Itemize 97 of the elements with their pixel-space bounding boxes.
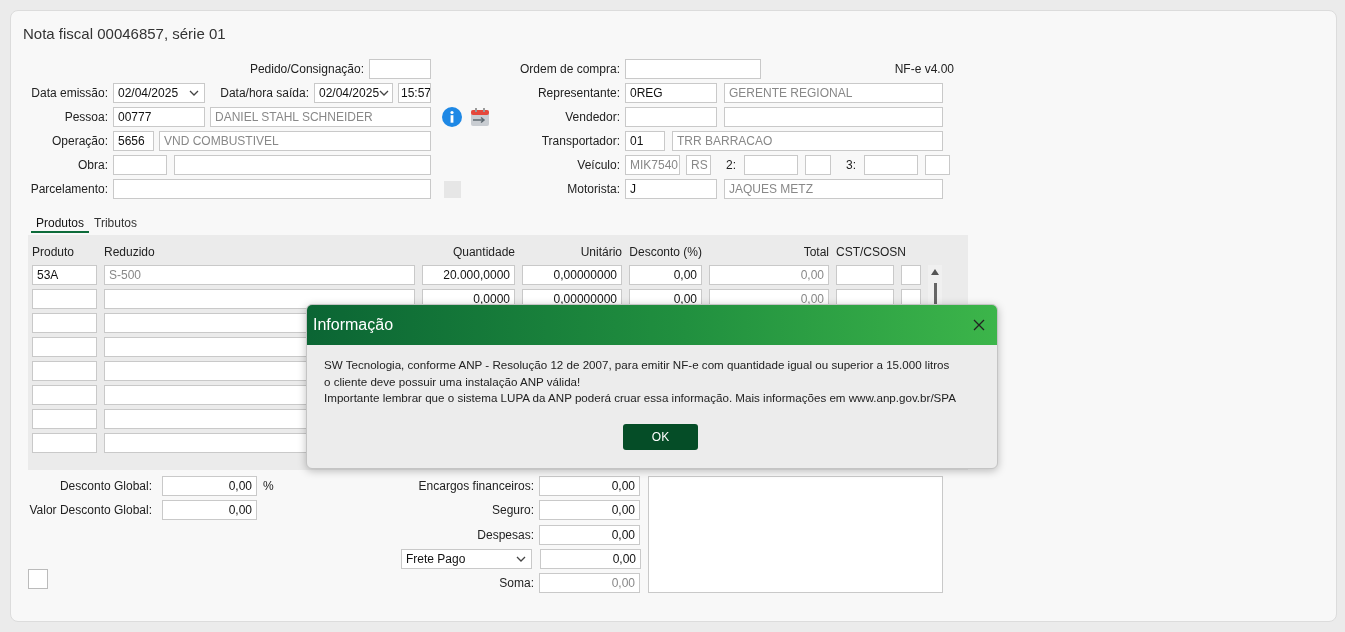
input-field[interactable]: VND COMBUSTIVEL [159,131,431,151]
scroll-up-icon[interactable] [931,269,939,275]
column-header: Total [802,244,829,261]
input-field[interactable]: 0,00 [539,524,640,545]
message-text: o cliente deve possuir uma instalação ANP válida! [324,373,582,390]
table-cell[interactable] [104,289,415,309]
input-field[interactable]: 0,00 [539,500,640,521]
field-label: Data/hora saída: [219,86,309,100]
form-title: Nota fiscal 00046857, série 01 [23,24,227,44]
input-field[interactable]: 0,00 [162,476,257,496]
field-label: Pedido/Consignação: [248,62,364,76]
close-icon[interactable] [973,319,985,331]
field-label: Veículo: [576,158,620,172]
input-field[interactable]: 0REG [625,83,717,103]
input-field[interactable]: TRR BARRACAO [672,131,943,151]
table-cell[interactable] [32,361,97,381]
dropdown[interactable]: 02/04/2025 [314,83,393,103]
input-field[interactable]: 00777 [113,107,205,127]
field-label: 3: [846,158,857,172]
version-label: NF-e v4.00 [893,62,954,76]
input-field[interactable]: 0,00 [540,548,641,569]
column-header: Produto [32,244,76,261]
tab[interactable]: Produtos [31,215,90,233]
input-field[interactable]: 0,00 [539,476,640,496]
input-field[interactable] [925,155,951,175]
field-label: Soma: [498,576,534,591]
input-field[interactable]: MIK7540 [625,155,680,175]
field-label: Parcelamento: [29,182,108,196]
field-label: Despesas: [476,527,534,542]
input-field[interactable] [113,155,167,175]
input-field[interactable]: J [625,179,717,199]
field-label: Data emissão: [30,86,108,100]
table-cell[interactable]: S-500 [104,265,415,285]
chevron-icon [516,555,526,562]
input-field[interactable]: DANIEL STAHL SCHNEIDER [210,107,431,127]
input-field[interactable] [805,155,831,175]
field-label: Pessoa: [63,110,108,124]
input-field[interactable]: RS [686,155,711,175]
table-cell[interactable]: 53A [32,265,97,285]
field-label: Motorista: [566,182,620,196]
input-field[interactable]: GERENTE REGIONAL [724,83,943,103]
field-label: Obra: [77,158,108,172]
text-area[interactable] [648,476,943,593]
input-field[interactable]: 5656 [113,131,154,151]
field-label: Ordem de compra: [518,62,620,76]
message-text: Importante lembrar que o sistema LUPA da ANP poderá cruar essa informação. Mais informações em www.anp.gov.br/SPA [324,390,957,406]
field-label: Operação: [50,134,108,148]
field-label: Vendedor: [564,110,620,124]
unit-label: % [263,479,274,493]
column-header: CST/CSOSN [836,244,907,261]
column-header: Reduzido [104,244,156,261]
table-cell[interactable] [32,433,97,453]
input-field[interactable] [744,155,798,175]
tab[interactable]: Tributos [89,215,142,233]
table-cell[interactable]: 0,00 [629,265,702,285]
table-cell[interactable] [32,385,97,405]
field-label: Representante: [536,86,620,100]
input-field[interactable]: 15:57 [398,83,431,103]
calendar-icon[interactable] [470,107,490,127]
input-field[interactable] [625,107,717,127]
column-header: Quantidade [451,244,515,261]
table-cell[interactable] [32,337,97,357]
message-text: SW Tecnologia, conforme ANP - Resolução 12 de 2007, para emitir NF-e com quantidade igual ou superior a 15.000 litros [324,357,951,373]
table-cell[interactable] [32,409,97,429]
input-field[interactable]: 0,00 [162,500,257,520]
input-field[interactable] [174,155,431,175]
input-field[interactable]: 0,00 [539,573,640,594]
input-field[interactable] [369,59,431,79]
field-label: Transportador: [540,134,620,148]
chevron-icon [189,90,199,96]
input-field[interactable] [724,107,943,127]
field-label: Valor Desconto Global: [28,503,152,517]
input-field[interactable]: JAQUES METZ [724,179,943,199]
field-label: Desconto Global: [58,479,152,493]
chevron-icon [379,90,390,96]
table-cell[interactable] [32,313,97,333]
table-cell[interactable] [32,289,97,309]
input-field[interactable] [113,179,431,199]
dropdown[interactable]: 02/04/2025 [113,83,205,103]
column-header: Desconto (%) [629,244,702,261]
input-field[interactable] [625,59,761,79]
field-label: 2: [726,158,736,172]
ok-button[interactable]: OK [623,423,698,450]
dialog-title: Informação [313,316,394,334]
column-header: Unitário [579,244,622,261]
input-field[interactable] [864,155,919,175]
checkbox[interactable] [28,569,48,589]
input-field[interactable]: 01 [625,131,665,151]
table-cell[interactable]: 20.000,0000 [422,265,515,285]
table-cell[interactable]: 0,00 [709,265,829,285]
field-label: Encargos financeiros: [417,479,534,493]
dropdown[interactable]: Frete Pago [401,548,532,569]
info-icon[interactable] [442,107,462,127]
field-label: Seguro: [490,503,534,518]
table-cell[interactable] [836,265,894,285]
table-cell[interactable]: 0,00000000 [522,265,622,285]
table-cell[interactable] [901,265,921,285]
